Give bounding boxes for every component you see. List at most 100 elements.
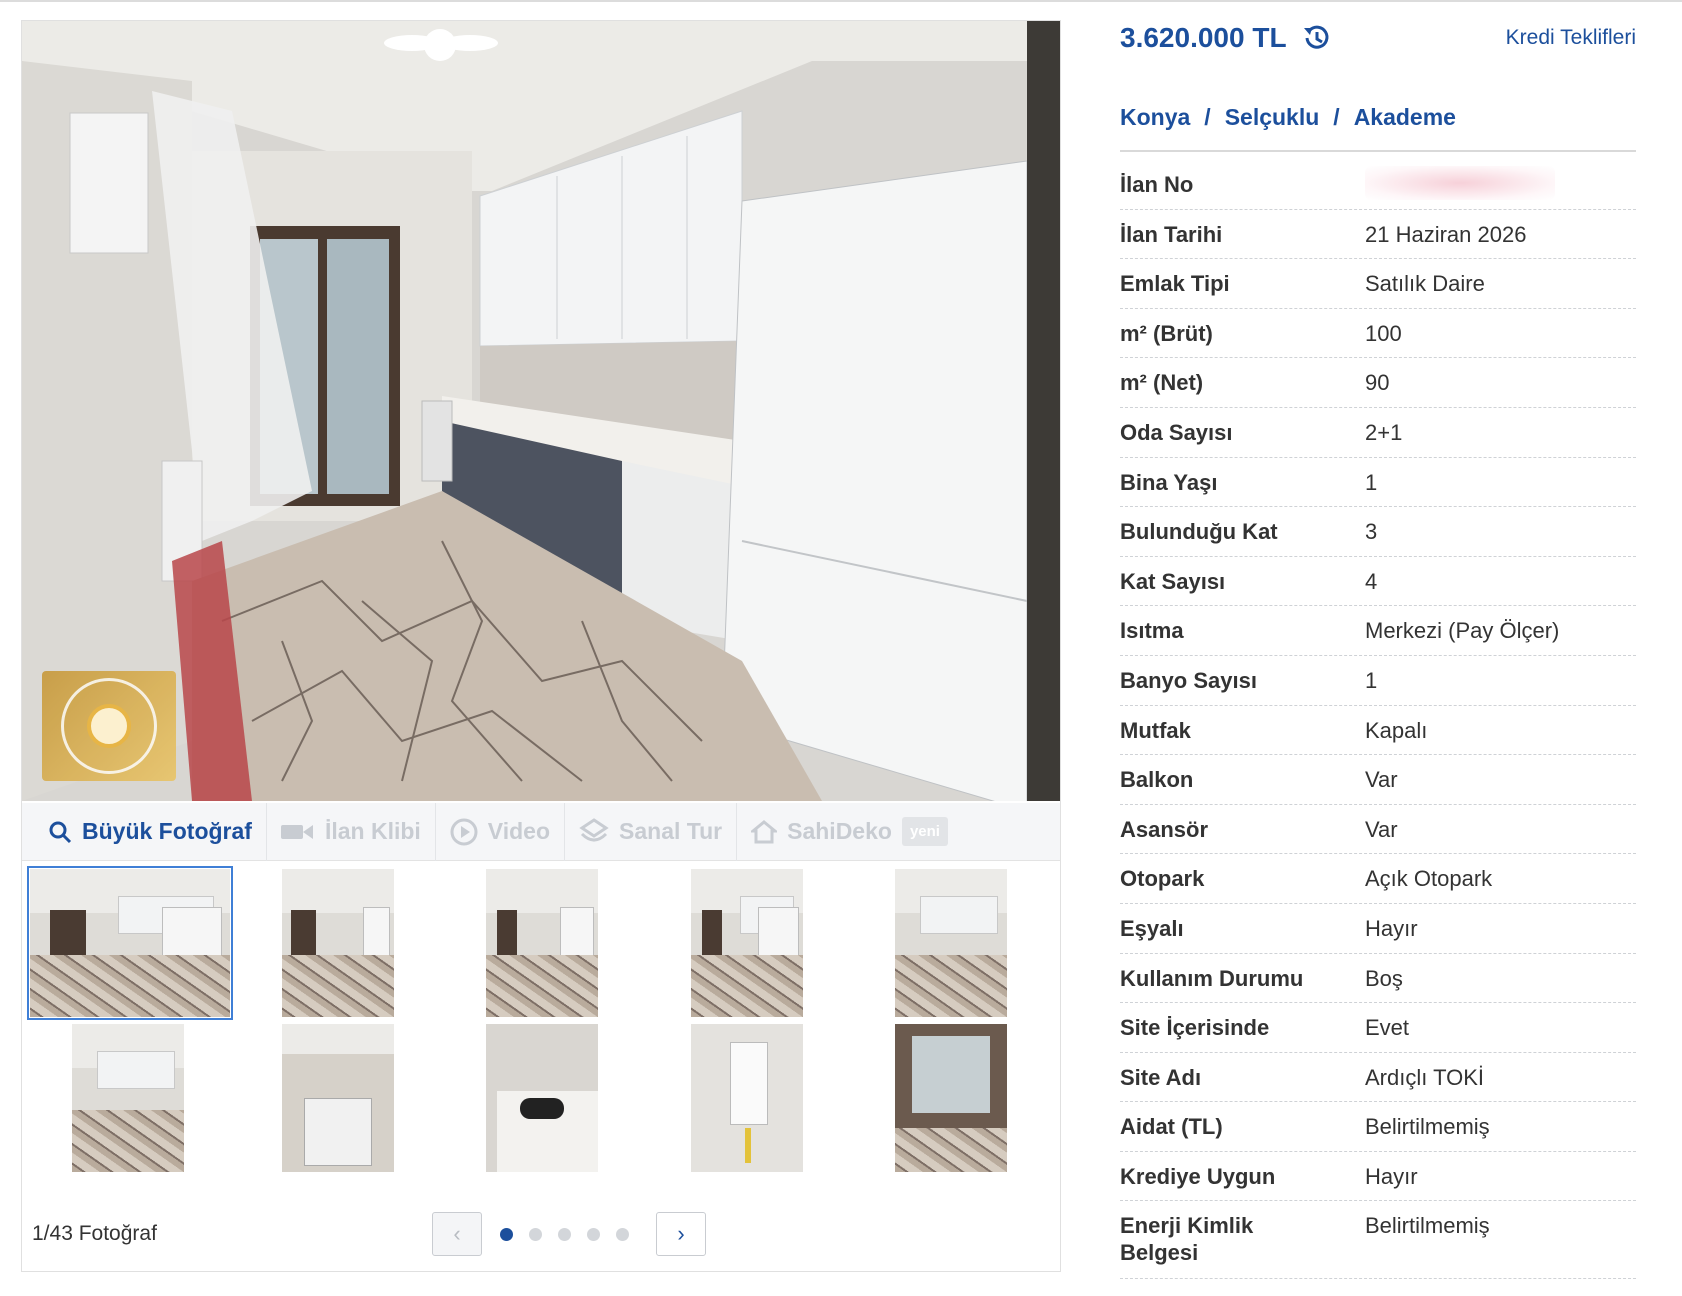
prev-page-button[interactable]: ‹ <box>432 1212 482 1256</box>
thumbnail-9[interactable] <box>691 1024 803 1172</box>
info-value: Boş <box>1365 965 1403 991</box>
page-dot[interactable] <box>500 1228 513 1241</box>
virtual-tour-button[interactable]: Sanal Tur <box>565 802 738 861</box>
play-circle-icon <box>450 818 478 846</box>
page-dot[interactable] <box>587 1228 600 1241</box>
info-value: Hayır <box>1365 1163 1418 1189</box>
price: 3.620.000 TL <box>1120 22 1287 53</box>
info-key: Kullanım Durumu <box>1120 965 1304 991</box>
info-key: İlan No <box>1120 172 1194 197</box>
info-key: Oda Sayısı <box>1120 419 1233 445</box>
page-dot[interactable] <box>616 1228 629 1241</box>
info-key: Enerji Kimlik Belgesi <box>1120 1213 1254 1265</box>
price-block: 3.620.000 TL <box>1120 22 1333 54</box>
divider <box>1120 150 1636 152</box>
info-table: İlan No İlan Tarihi 21 Haziran 2026 Emlak… <box>1120 160 1636 1280</box>
virtual-tour-label: Sanal Tur <box>619 818 723 844</box>
sahideko-label: SahiDeko <box>787 818 892 844</box>
thumbnail-1[interactable] <box>27 866 233 1020</box>
info-value: 2+1 <box>1365 419 1403 445</box>
info-key: Eşyalı <box>1120 915 1184 941</box>
info-value: Merkezi (Pay Ölçer) <box>1365 618 1560 644</box>
info-row: Aidat (TL) Belirtilmemiş <box>1120 1102 1636 1152</box>
info-value: Kapalı <box>1365 717 1428 743</box>
info-key: Krediye Uygun <box>1120 1163 1276 1189</box>
info-row: Kullanım Durumu Boş <box>1120 954 1636 1004</box>
info-row: İlan No <box>1120 160 1636 210</box>
info-value: 1 <box>1365 667 1378 693</box>
info-row: Oda Sayısı 2+1 <box>1120 408 1636 458</box>
page-dot[interactable] <box>529 1228 542 1241</box>
info-row: İlan Tarihi 21 Haziran 2026 <box>1120 210 1636 260</box>
info-value: Var <box>1365 816 1398 842</box>
info-key: Isıtma <box>1120 618 1184 644</box>
video-label: Video <box>487 818 551 844</box>
thumbnail-6[interactable] <box>72 1024 184 1172</box>
info-key: Balkon <box>1120 767 1194 793</box>
thumbnail-8[interactable] <box>486 1024 598 1172</box>
info-row: Banyo Sayısı 1 <box>1120 656 1636 706</box>
breadcrumb-neighborhood[interactable]: Akademe <box>1354 104 1456 130</box>
thumbnail-3[interactable] <box>486 869 598 1017</box>
info-row: Isıtma Merkezi (Pay Ölçer) <box>1120 606 1636 656</box>
info-key: Bina Yaşı <box>1120 469 1218 495</box>
info-key: İlan Tarihi <box>1120 221 1223 247</box>
new-badge: yeni <box>901 817 948 846</box>
info-value-redacted <box>1365 166 1555 206</box>
info-row: Kat Sayısı 4 <box>1120 557 1636 607</box>
info-row: Site İçerisinde Evet <box>1120 1003 1636 1053</box>
large-photo-button[interactable]: Büyük Fotoğraf <box>34 802 267 861</box>
thumbnail-7[interactable] <box>282 1024 394 1172</box>
info-row: Enerji Kimlik Belgesi Belirtilmemiş <box>1120 1201 1636 1280</box>
info-row: Site Adı Ardıçlı TOKİ <box>1120 1053 1636 1103</box>
info-row: Asansör Var <box>1120 805 1636 855</box>
info-key: Kat Sayısı <box>1120 568 1226 594</box>
photo-count: 1/43 Fotoğraf <box>32 1222 157 1245</box>
gallery-pager: 1/43 Fotoğraf ‹ › <box>22 1206 1060 1266</box>
page-dots <box>500 1228 629 1241</box>
info-row: Mutfak Kapalı <box>1120 706 1636 756</box>
sahideko-button[interactable]: SahiDeko yeni <box>737 803 962 861</box>
info-row: Balkon Var <box>1120 755 1636 805</box>
info-row: Emlak Tipi Satılık Daire <box>1120 259 1636 309</box>
info-value: 21 Haziran 2026 <box>1365 221 1527 247</box>
info-row: Eşyalı Hayır <box>1120 904 1636 954</box>
media-toolbar: Büyük Fotoğraf İlan Klibi Video Sanal Tu… <box>22 802 1060 861</box>
main-photo[interactable] <box>22 21 1060 801</box>
info-value: Var <box>1365 767 1398 793</box>
thumbnail-4[interactable] <box>691 869 803 1017</box>
info-value: 3 <box>1365 519 1378 545</box>
info-value: 90 <box>1365 370 1390 396</box>
chevron-left-icon: ‹ <box>453 1221 461 1246</box>
info-value: Satılık Daire <box>1365 271 1485 297</box>
info-row: Bulunduğu Kat 3 <box>1120 507 1636 557</box>
info-value: Ardıçlı TOKİ <box>1365 1064 1485 1090</box>
breadcrumb-district[interactable]: Selçuklu <box>1225 104 1320 130</box>
info-value: 4 <box>1365 568 1378 594</box>
info-key: Banyo Sayısı <box>1120 667 1257 693</box>
breadcrumb-separator: / <box>1333 104 1340 130</box>
large-photo-label: Büyük Fotoğraf <box>82 818 252 844</box>
listing-details: 3.620.000 TL Kredi Teklifleri Konya / Selç… <box>1120 0 1638 1296</box>
listing-clip-button[interactable]: İlan Klibi <box>267 802 436 861</box>
info-key: Site İçerisinde <box>1120 1015 1270 1041</box>
thumbnail-2[interactable] <box>282 869 394 1017</box>
info-value: 1 <box>1365 469 1378 495</box>
next-page-button[interactable]: › <box>656 1212 706 1256</box>
thumbnail-5[interactable] <box>895 869 1007 1017</box>
page-dot[interactable] <box>558 1228 571 1241</box>
loan-offers-link[interactable]: Kredi Teklifleri <box>1506 26 1636 50</box>
info-row: Otopark Açık Otopark <box>1120 854 1636 904</box>
info-value: Açık Otopark <box>1365 866 1493 892</box>
house-icon <box>751 819 778 844</box>
breadcrumb-separator: / <box>1204 104 1211 130</box>
breadcrumb-city[interactable]: Konya <box>1120 104 1190 130</box>
info-value: Belirtilmemiş <box>1365 1114 1490 1140</box>
search-icon <box>48 820 72 844</box>
history-icon[interactable] <box>1301 22 1333 54</box>
info-value: Belirtilmemiş <box>1365 1213 1490 1239</box>
video-button[interactable]: Video <box>436 802 566 861</box>
thumbnail-10[interactable] <box>895 1024 1007 1172</box>
info-row: m² (Net) 90 <box>1120 358 1636 408</box>
agency-logo-watermark <box>42 671 176 781</box>
